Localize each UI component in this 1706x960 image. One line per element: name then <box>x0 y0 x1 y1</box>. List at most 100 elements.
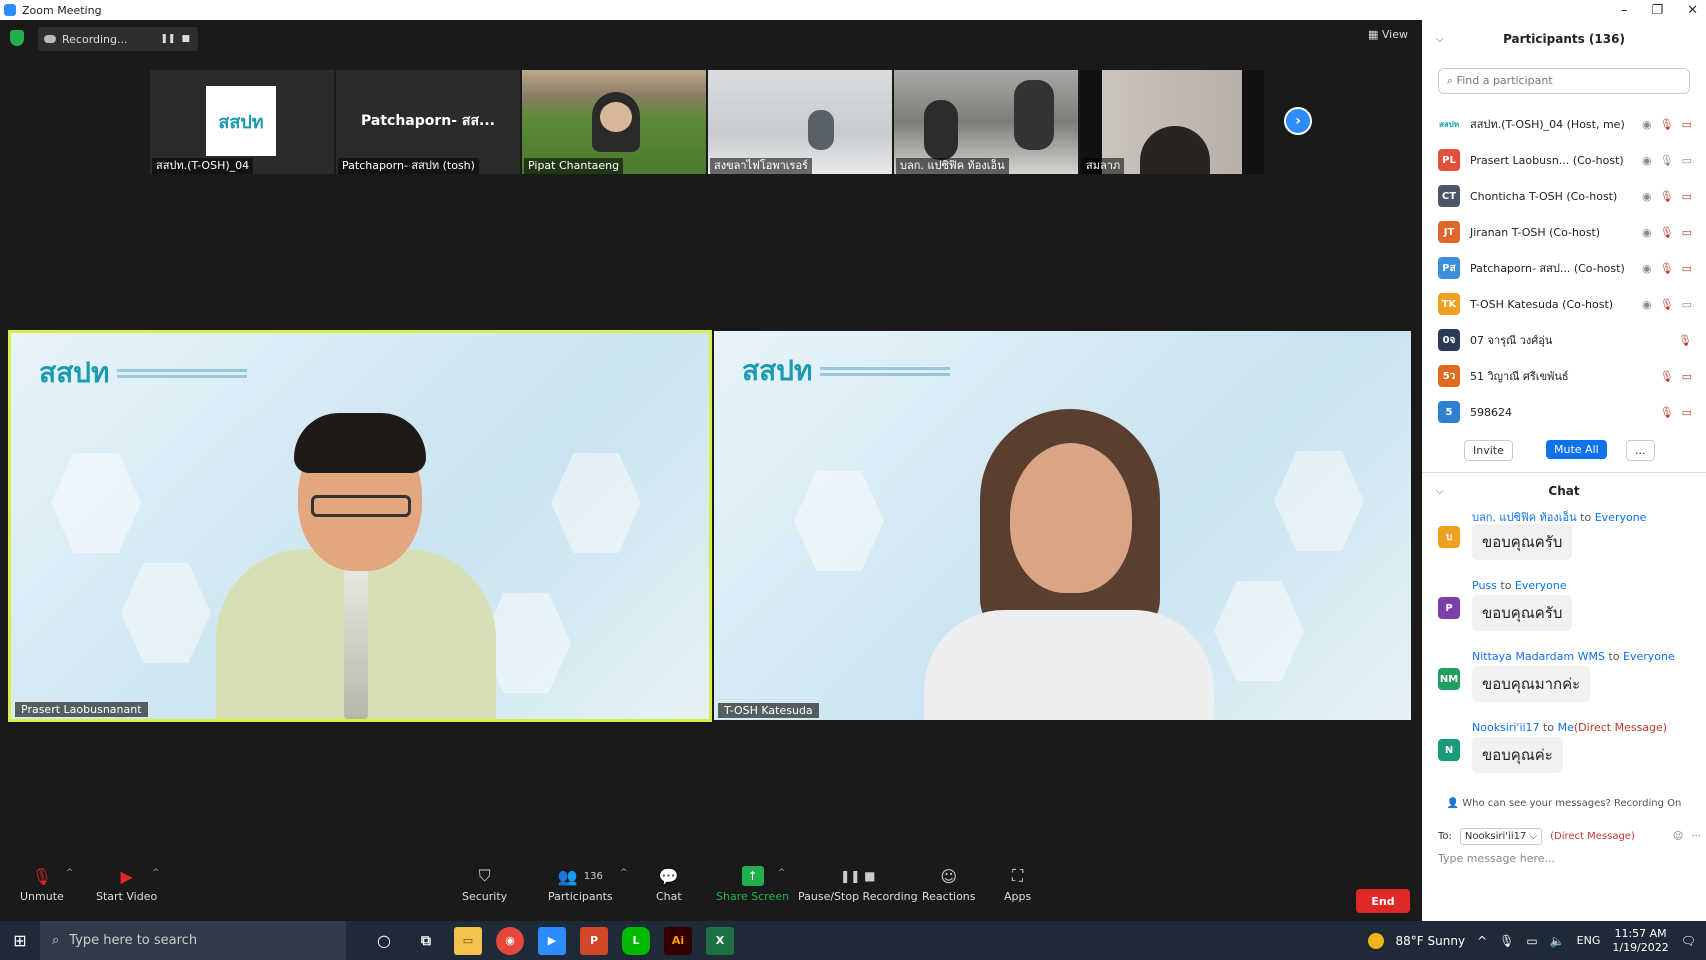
taskbar-search-box[interactable]: ⌕ Type here to search <box>40 921 346 960</box>
sender-name[interactable]: Nooksiri'ii17 <box>1472 721 1540 734</box>
muted-mic-icon[interactable]: 🎙 <box>1678 334 1692 347</box>
participants-caret-icon[interactable]: ^ <box>620 868 628 878</box>
microphone-tray-icon[interactable]: 🎙 <box>1499 934 1514 948</box>
stop-recording-icon[interactable]: ■ <box>181 34 190 44</box>
cortana-icon[interactable]: ○ <box>370 927 398 955</box>
gallery-tile[interactable]: สมลาภ <box>1080 70 1264 174</box>
pause-stop-recording-button[interactable]: ❚❚ ■ Pause/Stop Recording <box>798 866 918 903</box>
gallery-tile[interactable]: Pipat Chantaeng <box>522 70 706 174</box>
muted-mic-icon[interactable]: 🎙 <box>1660 298 1674 311</box>
brand-tagline-lines <box>117 368 248 378</box>
volume-icon[interactable]: 🔈 <box>1550 934 1565 948</box>
participant-row[interactable]: 5 598624 🎙 ▭ <box>1438 394 1696 430</box>
participant-row[interactable]: 0จ 07 จารุณี วงศ์อุ่น 🎙 <box>1438 322 1696 358</box>
rename-icon[interactable]: ◉ <box>1642 298 1652 311</box>
muted-mic-icon[interactable]: 🎙 <box>1660 118 1674 131</box>
video-off-icon[interactable]: ▭ <box>1682 406 1692 419</box>
video-off-icon[interactable]: ▭ <box>1682 226 1692 239</box>
brand-wordmark: สสปท <box>39 356 110 389</box>
participant-row[interactable]: CT Chonticha T-OSH (Co-host) ◉ 🎙 ▭ <box>1438 178 1696 214</box>
reactions-button[interactable]: ☺ Reactions <box>922 866 976 904</box>
muted-mic-icon[interactable]: 🎙 <box>1660 226 1674 239</box>
participant-row[interactable]: สสปท สสปท.(T-OSH)_04 (Host, me) ◉ 🎙 ▭ <box>1438 106 1696 142</box>
participant-row[interactable]: JT Jiranan T-OSH (Co-host) ◉ 🎙 ▭ <box>1438 214 1696 250</box>
view-button[interactable]: ▦ View <box>1368 28 1408 41</box>
participant-search-input[interactable]: ⌕ Find a participant <box>1438 68 1690 94</box>
task-view-icon[interactable]: ⧉ <box>412 927 440 955</box>
notification-icon[interactable]: 🗨 <box>1681 934 1696 948</box>
more-options-button[interactable]: ... <box>1626 440 1655 461</box>
more-icon[interactable]: ··· <box>1691 831 1701 842</box>
mic-icon[interactable]: 🎙 <box>1660 154 1674 167</box>
file-explorer-icon[interactable]: ▭ <box>454 926 482 955</box>
zoom-taskbar-icon[interactable]: ▶ <box>538 926 566 955</box>
sender-name[interactable]: Puss <box>1472 579 1497 592</box>
chat-button[interactable]: 💬 Chat <box>656 866 682 904</box>
video-options-caret-icon[interactable]: ^ <box>152 868 160 878</box>
muted-mic-icon[interactable]: 🎙 <box>1660 262 1674 275</box>
close-icon[interactable]: ✕ <box>1687 3 1698 18</box>
tosh-logo-icon: สสปท <box>206 86 276 156</box>
sender-name[interactable]: Nittaya Madardam WMS <box>1472 650 1605 663</box>
bg-hexagon <box>1274 451 1364 551</box>
sender-name[interactable]: บลก. แปซิฟิค ท้องเอ็น <box>1472 511 1577 524</box>
network-icon[interactable]: ▭ <box>1526 934 1537 948</box>
rename-icon[interactable]: ◉ <box>1642 190 1652 203</box>
unmute-button[interactable]: 🎙 Unmute <box>20 866 64 904</box>
powerpoint-icon[interactable]: P <box>580 926 608 955</box>
who-can-see-link[interactable]: 👤 Who can see your messages? Recording O… <box>1422 798 1706 809</box>
speaker-video-prasert[interactable]: สสปท Prasert Laobusnanant <box>8 330 712 722</box>
gallery-tile[interactable]: สงขลาไฟโอพาเรอร์ <box>708 70 892 174</box>
restore-icon[interactable]: ❐ <box>1651 3 1663 18</box>
invite-button[interactable]: Invite <box>1464 440 1513 461</box>
share-caret-icon[interactable]: ^ <box>778 868 786 878</box>
muted-mic-icon[interactable]: 🎙 <box>1660 190 1674 203</box>
minimize-icon[interactable]: – <box>1621 3 1628 18</box>
participant-row[interactable]: TK T-OSH Katesuda (Co-host) ◉ 🎙 ▭ <box>1438 286 1696 322</box>
speaker-video-katesuda[interactable]: สสปท T-OSH Katesuda <box>714 331 1411 720</box>
participants-button[interactable]: 👥 136 Participants <box>548 866 613 904</box>
video-icon[interactable]: ▭ <box>1682 154 1692 167</box>
next-page-button[interactable]: › <box>1284 107 1312 135</box>
recording-label: Recording... <box>62 32 128 46</box>
video-off-icon[interactable]: ▭ <box>1682 262 1692 275</box>
security-button[interactable]: ⛉ Security <box>462 866 507 903</box>
weather-text[interactable]: 88°F Sunny <box>1396 934 1466 948</box>
participant-row[interactable]: Pส Patchaporn- สสป... (Co-host) ◉ 🎙 ▭ <box>1438 250 1696 286</box>
meeting-stage: Recording... ❚❚ ■ ▦ View สสปท สสปท.(T-OS… <box>0 20 1422 867</box>
start-video-button[interactable]: ▶ Start Video <box>96 866 157 904</box>
recipient-dropdown[interactable]: Nooksiri'ii17 ⌵ <box>1459 828 1543 845</box>
video-off-icon[interactable]: ▭ <box>1682 190 1692 203</box>
apps-button[interactable]: ⛶ Apps <box>1004 866 1031 903</box>
video-icon[interactable]: ▭ <box>1682 298 1692 311</box>
mute-all-button[interactable]: Mute All <box>1546 440 1607 459</box>
gallery-tile[interactable]: บลก. แปซิฟิค ท้องเอ็น <box>894 70 1078 174</box>
emoji-icon[interactable]: ☺ <box>1673 831 1683 842</box>
gallery-tile[interactable]: Patchaporn- สส... Patchaporn- สสปท (tosh… <box>336 70 520 174</box>
security-shield-icon[interactable] <box>10 30 24 46</box>
chat-message-input[interactable]: Type message here... <box>1438 852 1555 865</box>
muted-mic-icon[interactable]: 🎙 <box>1660 370 1674 383</box>
rename-icon[interactable]: ◉ <box>1642 154 1652 167</box>
illustrator-icon[interactable]: Ai <box>664 926 692 955</box>
participant-row[interactable]: 5ว 51 วิญาณี ศรีเขพันธ์ 🎙 ▭ <box>1438 358 1696 394</box>
rename-icon[interactable]: ◉ <box>1642 118 1652 131</box>
rename-icon[interactable]: ◉ <box>1642 262 1652 275</box>
speaker-name-prasert: Prasert Laobusnanant <box>15 702 148 717</box>
pause-recording-icon[interactable]: ❚❚ <box>160 34 175 44</box>
tray-chevron-up-icon[interactable]: ^ <box>1477 934 1487 948</box>
muted-mic-icon[interactable]: 🎙 <box>1660 406 1674 419</box>
participant-row[interactable]: PL Prasert Laobusn... (Co-host) ◉ 🎙 ▭ <box>1438 142 1696 178</box>
video-off-icon[interactable]: ▭ <box>1682 370 1692 383</box>
taskbar-clock[interactable]: 11:57 AM 1/19/2022 <box>1612 927 1668 955</box>
windows-start-icon[interactable]: ⊞ <box>0 921 40 960</box>
end-meeting-button[interactable]: End <box>1356 889 1410 913</box>
audio-options-caret-icon[interactable]: ^ <box>66 868 74 878</box>
chrome-icon[interactable]: ◉ <box>496 926 524 955</box>
rename-icon[interactable]: ◉ <box>1642 226 1652 239</box>
gallery-tile[interactable]: สสปท สสปท.(T-OSH)_04 <box>150 70 334 174</box>
language-indicator[interactable]: ENG <box>1577 934 1601 947</box>
excel-icon[interactable]: X <box>706 926 734 955</box>
video-off-icon[interactable]: ▭ <box>1682 118 1692 131</box>
line-icon[interactable]: L <box>622 926 650 955</box>
